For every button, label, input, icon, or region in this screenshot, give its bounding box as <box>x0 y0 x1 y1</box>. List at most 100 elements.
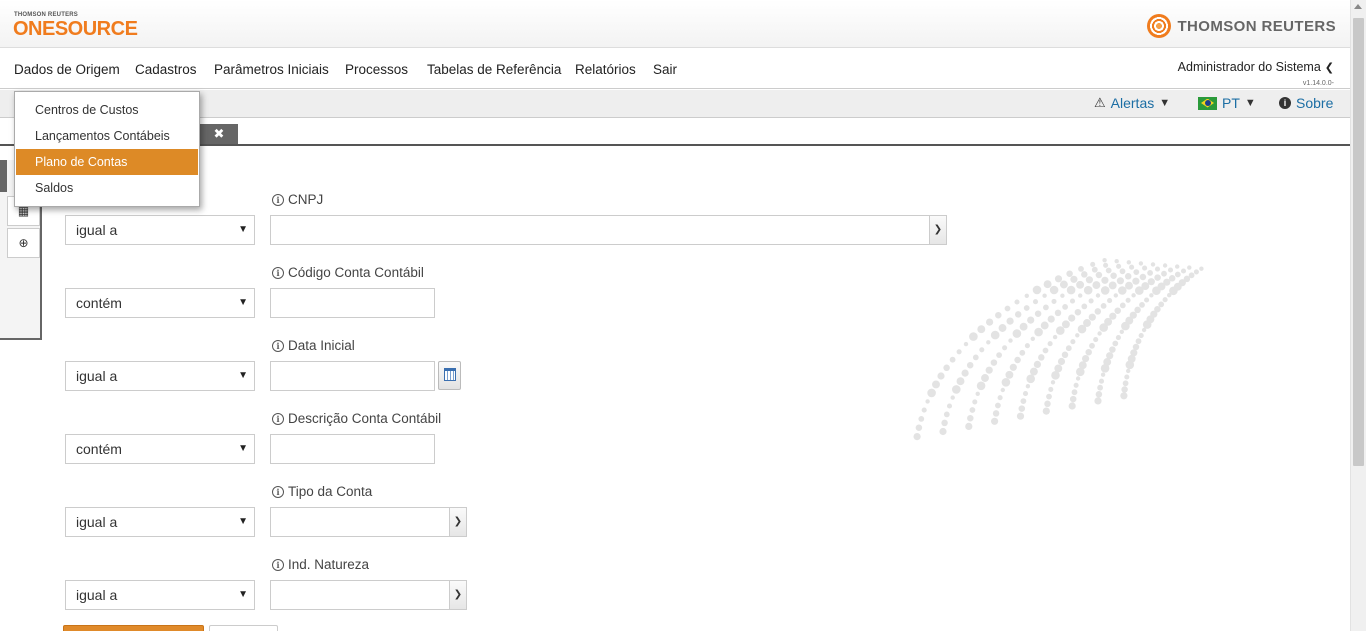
globe-dot <box>1121 321 1130 331</box>
tipo-conta-combo[interactable]: ❯ <box>270 507 467 537</box>
globe-dot <box>1095 391 1103 398</box>
scrollbar-thumb[interactable] <box>1353 18 1364 466</box>
globe-dot <box>1006 317 1014 325</box>
globe-dot <box>1057 357 1066 366</box>
globe-dot <box>963 341 969 347</box>
vertical-scrollbar[interactable] <box>1350 0 1366 631</box>
operator-select-tipo-conta[interactable]: igual a ▼ <box>65 507 255 537</box>
globe-dot <box>1102 258 1107 263</box>
globe-dot <box>1180 268 1187 274</box>
globe-dot <box>1075 333 1080 338</box>
descricao-conta-input[interactable] <box>270 434 435 464</box>
cnpj-combo[interactable]: ❯ <box>270 215 947 245</box>
operator-select-data-inicial[interactable]: igual a ▼ <box>65 361 255 391</box>
scroll-up-icon[interactable] <box>1354 4 1362 9</box>
globe-dot <box>1150 310 1158 318</box>
side-panel-handle[interactable] <box>0 160 7 192</box>
chevron-down-icon[interactable]: ❯ <box>449 508 466 536</box>
globe-dot <box>1068 402 1076 410</box>
chevron-down-icon[interactable]: ❯ <box>449 581 466 609</box>
globe-dot <box>1118 286 1127 295</box>
operator-value: contém <box>76 441 122 457</box>
globe-dot <box>1121 386 1128 393</box>
dropdown-item-saldos[interactable]: Saldos <box>16 175 198 201</box>
globe-dot <box>1144 297 1150 303</box>
user-menu[interactable]: Administrador do Sistema ❮ <box>1178 60 1334 74</box>
dados-de-origem-dropdown: Centros de Custos Lançamentos Contábeis … <box>14 91 200 207</box>
globe-dot <box>969 407 976 413</box>
menu-sair[interactable]: Sair <box>653 62 677 77</box>
globe-dot <box>1060 293 1065 298</box>
globe-dot <box>925 399 930 404</box>
operator-select-codigo-conta[interactable]: contém ▼ <box>65 288 255 318</box>
globe-dot <box>941 419 948 427</box>
globe-dot <box>990 359 998 366</box>
data-inicial-input[interactable] <box>270 361 435 391</box>
globe-dot <box>939 427 947 436</box>
operator-select-descricao-conta[interactable]: contém ▼ <box>65 434 255 464</box>
clear-button[interactable] <box>209 625 278 631</box>
globe-dot <box>1147 270 1153 276</box>
field-label-descricao-conta: i Descrição Conta Contábil <box>272 411 441 426</box>
dropdown-arrow-icon: ▼ <box>238 443 248 454</box>
globe-dot <box>1076 367 1085 377</box>
globe-dot <box>1082 355 1090 363</box>
globe-dot <box>1109 312 1117 320</box>
globe-dot <box>1020 398 1027 404</box>
globe-dot <box>1034 327 1043 337</box>
globe-dot <box>1014 356 1021 364</box>
globe-dot <box>995 402 1001 409</box>
chevron-down-icon[interactable]: ❯ <box>929 216 946 244</box>
field-label-text: Tipo da Conta <box>288 484 373 499</box>
chevron-down-icon: ▼ <box>1159 97 1171 109</box>
globe-dot <box>932 380 940 389</box>
menu-parametros-iniciais[interactable]: Parâmetros Iniciais <box>214 62 329 77</box>
menu-processos[interactable]: Processos <box>345 62 408 77</box>
calendar-button[interactable] <box>438 361 461 390</box>
globe-dot <box>1105 267 1112 274</box>
globe-dot <box>1092 281 1101 290</box>
globe-dot <box>956 349 962 355</box>
globe-dot <box>1162 263 1168 268</box>
globe-dot <box>998 324 1007 332</box>
close-tab-button[interactable]: ✖ <box>200 124 238 144</box>
operator-select-cnpj[interactable]: igual a ▼ <box>65 215 255 245</box>
about-link[interactable]: i Sobre <box>1279 95 1333 111</box>
menu-cadastros[interactable]: Cadastros <box>135 62 197 77</box>
globe-dot <box>1132 277 1140 285</box>
dropdown-item-centros-de-custos[interactable]: Centros de Custos <box>16 97 198 123</box>
globe-dot <box>1030 336 1035 341</box>
globe-dot <box>1124 374 1130 380</box>
menu-relatorios[interactable]: Relatórios <box>575 62 636 77</box>
language-menu[interactable]: PT ▼ <box>1198 95 1256 111</box>
globe-dot <box>1009 363 1017 371</box>
menu-dados-de-origem[interactable]: Dados de Origem <box>14 62 120 77</box>
ind-natureza-combo[interactable]: ❯ <box>270 580 467 610</box>
add-icon[interactable]: ⊕ <box>7 228 40 258</box>
operator-select-ind-natureza[interactable]: igual a ▼ <box>65 580 255 610</box>
globe-dot <box>972 399 978 405</box>
menu-tabelas-de-referencia[interactable]: Tabelas de Referência <box>427 62 561 77</box>
globe-dot <box>1125 316 1134 325</box>
globe-dot <box>1167 293 1172 298</box>
globe-dot <box>1141 282 1150 291</box>
globe-dot <box>1047 315 1055 323</box>
globe-dot <box>1119 302 1126 309</box>
codigo-conta-input[interactable] <box>270 288 435 318</box>
logo-onesource: ONESOURCE <box>13 18 138 40</box>
field-label-text: CNPJ <box>288 192 324 207</box>
globe-dot <box>1114 259 1119 264</box>
search-button[interactable] <box>63 625 204 631</box>
globe-dot <box>1146 315 1155 324</box>
thomson-reuters-mark-icon <box>1147 14 1172 38</box>
globe-dot <box>1130 349 1138 357</box>
globe-dot <box>1095 271 1103 279</box>
globe-dot <box>913 433 921 441</box>
alerts-menu[interactable]: ⚠ Alertas ▼ <box>1094 95 1170 111</box>
globe-dot <box>1133 269 1140 275</box>
field-label-codigo-conta: i Código Conta Contábil <box>272 265 424 280</box>
dropdown-item-plano-de-contas[interactable]: Plano de Contas <box>16 149 198 175</box>
globe-dot <box>1112 340 1119 347</box>
globe-dot <box>990 330 1000 340</box>
dropdown-item-lancamentos-contabeis[interactable]: Lançamentos Contábeis <box>16 123 198 149</box>
